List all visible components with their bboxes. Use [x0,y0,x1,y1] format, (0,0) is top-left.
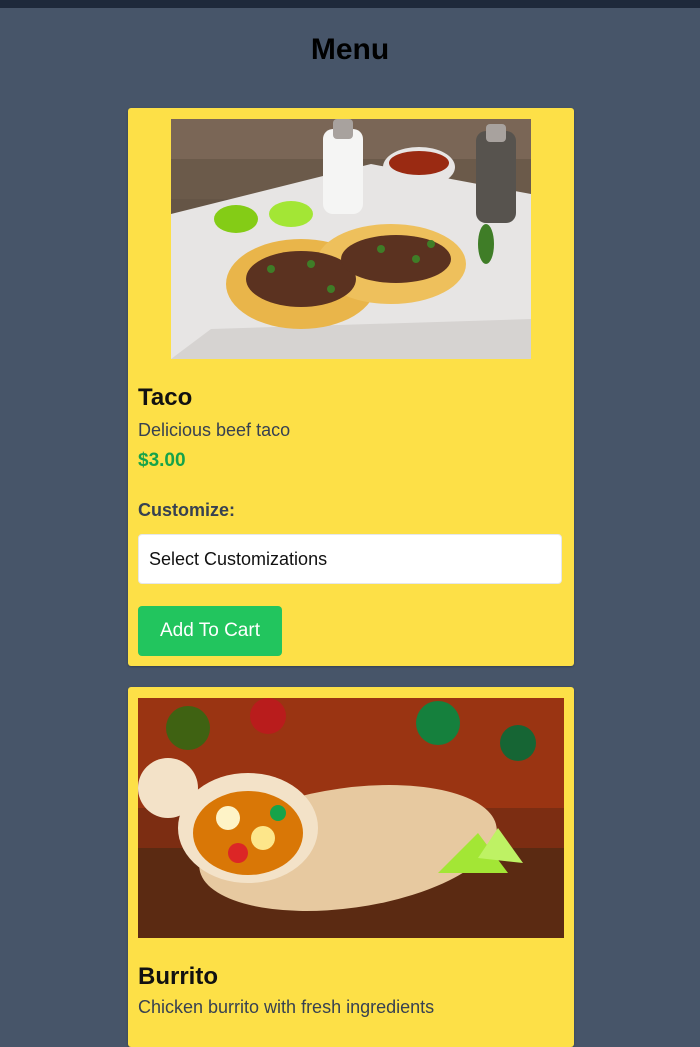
add-to-cart-button[interactable]: Add To Cart [138,606,282,656]
item-name: Burrito [138,963,218,990]
item-description: Delicious beef taco [138,420,291,440]
menu-item-card-taco: Taco Delicious beef taco $3.00 Customize… [128,108,574,666]
taco-image [171,119,531,359]
customizations-select[interactable]: Select Customizations [138,534,562,584]
top-bar [0,0,700,8]
item-price: $3.00 [138,450,186,471]
page-title: Menu [310,33,390,66]
item-name: Taco [138,384,193,411]
menu-item-card-burrito: Burrito Chicken burrito with fresh ingre… [128,687,574,1047]
item-description: Chicken burrito with fresh ingredients [138,997,435,1017]
burrito-image [138,698,564,938]
customize-label: Customize: [138,500,236,520]
